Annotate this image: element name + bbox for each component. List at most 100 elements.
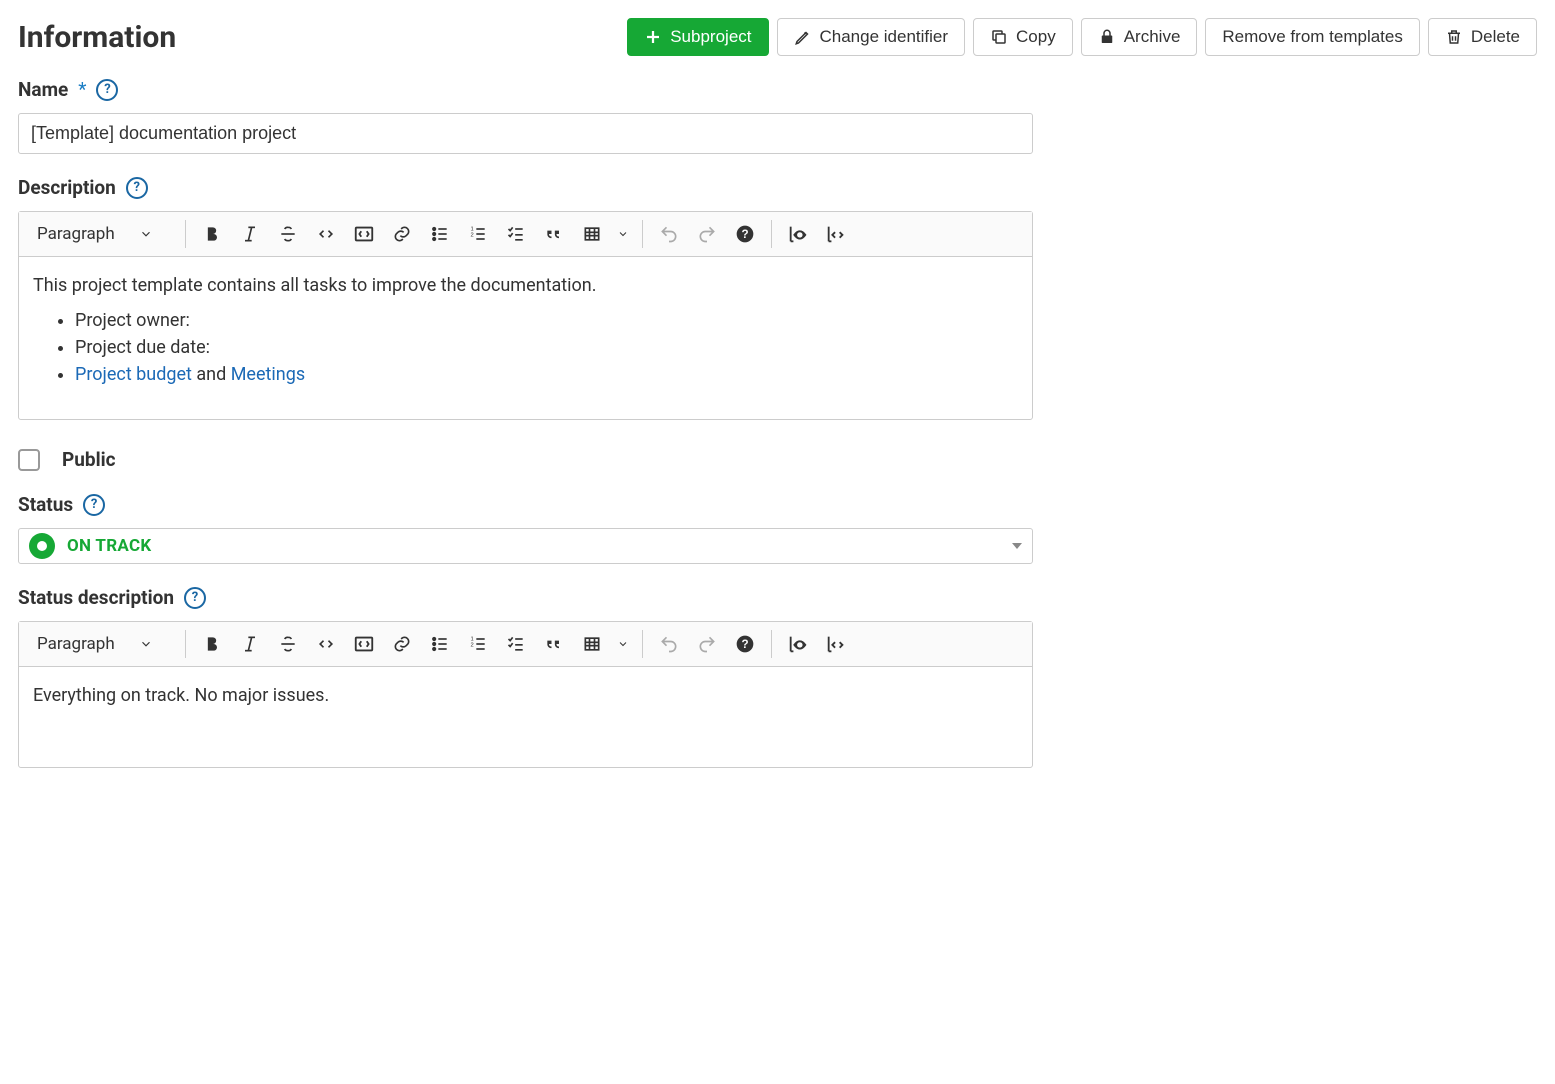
chevron-down-icon: [139, 227, 153, 241]
status-desc-content[interactable]: Everything on track. No major issues.: [19, 667, 1032, 767]
paragraph-dropdown[interactable]: Paragraph: [27, 220, 177, 248]
status-label-row: Status ?: [18, 493, 1537, 516]
source-button[interactable]: [818, 218, 854, 250]
redo-button[interactable]: [689, 628, 725, 660]
preview-button[interactable]: [780, 628, 816, 660]
numbered-list-button[interactable]: 12: [460, 628, 496, 660]
list-check-icon: [506, 224, 526, 244]
svg-text:?: ?: [741, 228, 748, 241]
code-button[interactable]: [308, 628, 344, 660]
budget-link[interactable]: Project budget: [75, 364, 192, 385]
todo-list-button[interactable]: [498, 218, 534, 250]
undo-button[interactable]: [651, 218, 687, 250]
strikethrough-icon: [278, 634, 298, 654]
editor-toolbar: Paragraph 12 ?: [19, 622, 1032, 667]
italic-button[interactable]: [232, 628, 268, 660]
bulleted-list-button[interactable]: [422, 218, 458, 250]
page-header: Information Subproject Change identifier…: [18, 18, 1537, 56]
strikethrough-button[interactable]: [270, 628, 306, 660]
link-button[interactable]: [384, 218, 420, 250]
archive-button[interactable]: Archive: [1081, 18, 1198, 56]
and-text: and: [192, 364, 231, 385]
change-identifier-button[interactable]: Change identifier: [777, 18, 966, 56]
status-desc-text: Everything on track. No major issues.: [33, 685, 1018, 706]
table-dropdown-button[interactable]: [612, 628, 634, 660]
list-bullet-icon: [430, 634, 450, 654]
table-icon: [582, 224, 602, 244]
help-filled-icon: ?: [735, 224, 755, 244]
meetings-link[interactable]: Meetings: [231, 364, 305, 385]
paragraph-dropdown[interactable]: Paragraph: [27, 630, 177, 658]
list-number-icon: 12: [468, 224, 488, 244]
description-intro: This project template contains all tasks…: [33, 275, 1018, 296]
toolbar-separator: [642, 220, 643, 248]
status-dot-icon: [29, 533, 55, 559]
help-icon[interactable]: ?: [96, 79, 118, 101]
redo-button[interactable]: [689, 218, 725, 250]
editor-help-button[interactable]: ?: [727, 218, 763, 250]
bulleted-list-button[interactable]: [422, 628, 458, 660]
codeblock-button[interactable]: [346, 628, 382, 660]
link-button[interactable]: [384, 628, 420, 660]
paragraph-dropdown-label: Paragraph: [37, 634, 115, 654]
svg-text:2: 2: [471, 233, 474, 239]
undo-icon: [659, 224, 679, 244]
table-button[interactable]: [574, 218, 610, 250]
list-number-icon: 12: [468, 634, 488, 654]
subproject-button[interactable]: Subproject: [627, 18, 768, 56]
name-required: *: [78, 78, 86, 101]
toolbar-separator: [185, 630, 186, 658]
bold-button[interactable]: [194, 218, 230, 250]
status-label: Status: [18, 493, 73, 516]
help-icon[interactable]: ?: [83, 494, 105, 516]
code-icon: [316, 224, 336, 244]
help-icon[interactable]: ?: [184, 587, 206, 609]
toolbar-separator: [771, 220, 772, 248]
bold-icon: [202, 224, 222, 244]
blockquote-button[interactable]: [536, 218, 572, 250]
todo-list-button[interactable]: [498, 628, 534, 660]
undo-button[interactable]: [651, 628, 687, 660]
public-label: Public: [62, 448, 116, 471]
name-label-row: Name * ?: [18, 78, 1537, 101]
name-input[interactable]: [18, 113, 1033, 154]
table-button[interactable]: [574, 628, 610, 660]
caret-down-icon: [1012, 543, 1022, 549]
italic-button[interactable]: [232, 218, 268, 250]
table-dropdown-button[interactable]: [612, 218, 634, 250]
chevron-down-icon: [617, 638, 629, 650]
link-icon: [392, 634, 412, 654]
description-editor: Paragraph 12 ? This project template con…: [18, 211, 1033, 420]
editor-toolbar: Paragraph 12 ?: [19, 212, 1032, 257]
remove-templates-button[interactable]: Remove from templates: [1205, 18, 1419, 56]
code-button[interactable]: [308, 218, 344, 250]
list-item: Project due date:: [75, 337, 1018, 358]
strikethrough-button[interactable]: [270, 218, 306, 250]
status-desc-label: Status description: [18, 586, 174, 609]
preview-icon: [787, 633, 809, 655]
action-bar: Subproject Change identifier Copy Archiv…: [627, 18, 1537, 56]
codeblock-icon: [353, 223, 375, 245]
status-text: ON TRACK: [67, 536, 152, 556]
delete-button[interactable]: Delete: [1428, 18, 1537, 56]
link-icon: [392, 224, 412, 244]
source-button[interactable]: [818, 628, 854, 660]
copy-button[interactable]: Copy: [973, 18, 1073, 56]
description-content[interactable]: This project template contains all tasks…: [19, 257, 1032, 419]
preview-button[interactable]: [780, 218, 816, 250]
help-icon[interactable]: ?: [126, 177, 148, 199]
codeblock-button[interactable]: [346, 218, 382, 250]
lock-icon: [1098, 28, 1116, 46]
chevron-down-icon: [617, 228, 629, 240]
list-bullet-icon: [430, 224, 450, 244]
bold-button[interactable]: [194, 628, 230, 660]
blockquote-button[interactable]: [536, 628, 572, 660]
description-label: Description: [18, 176, 116, 199]
editor-help-button[interactable]: ?: [727, 628, 763, 660]
redo-icon: [697, 224, 717, 244]
public-checkbox[interactable]: [18, 449, 40, 471]
list-check-icon: [506, 634, 526, 654]
status-select[interactable]: ON TRACK: [18, 528, 1033, 564]
numbered-list-button[interactable]: 12: [460, 218, 496, 250]
help-filled-icon: ?: [735, 634, 755, 654]
